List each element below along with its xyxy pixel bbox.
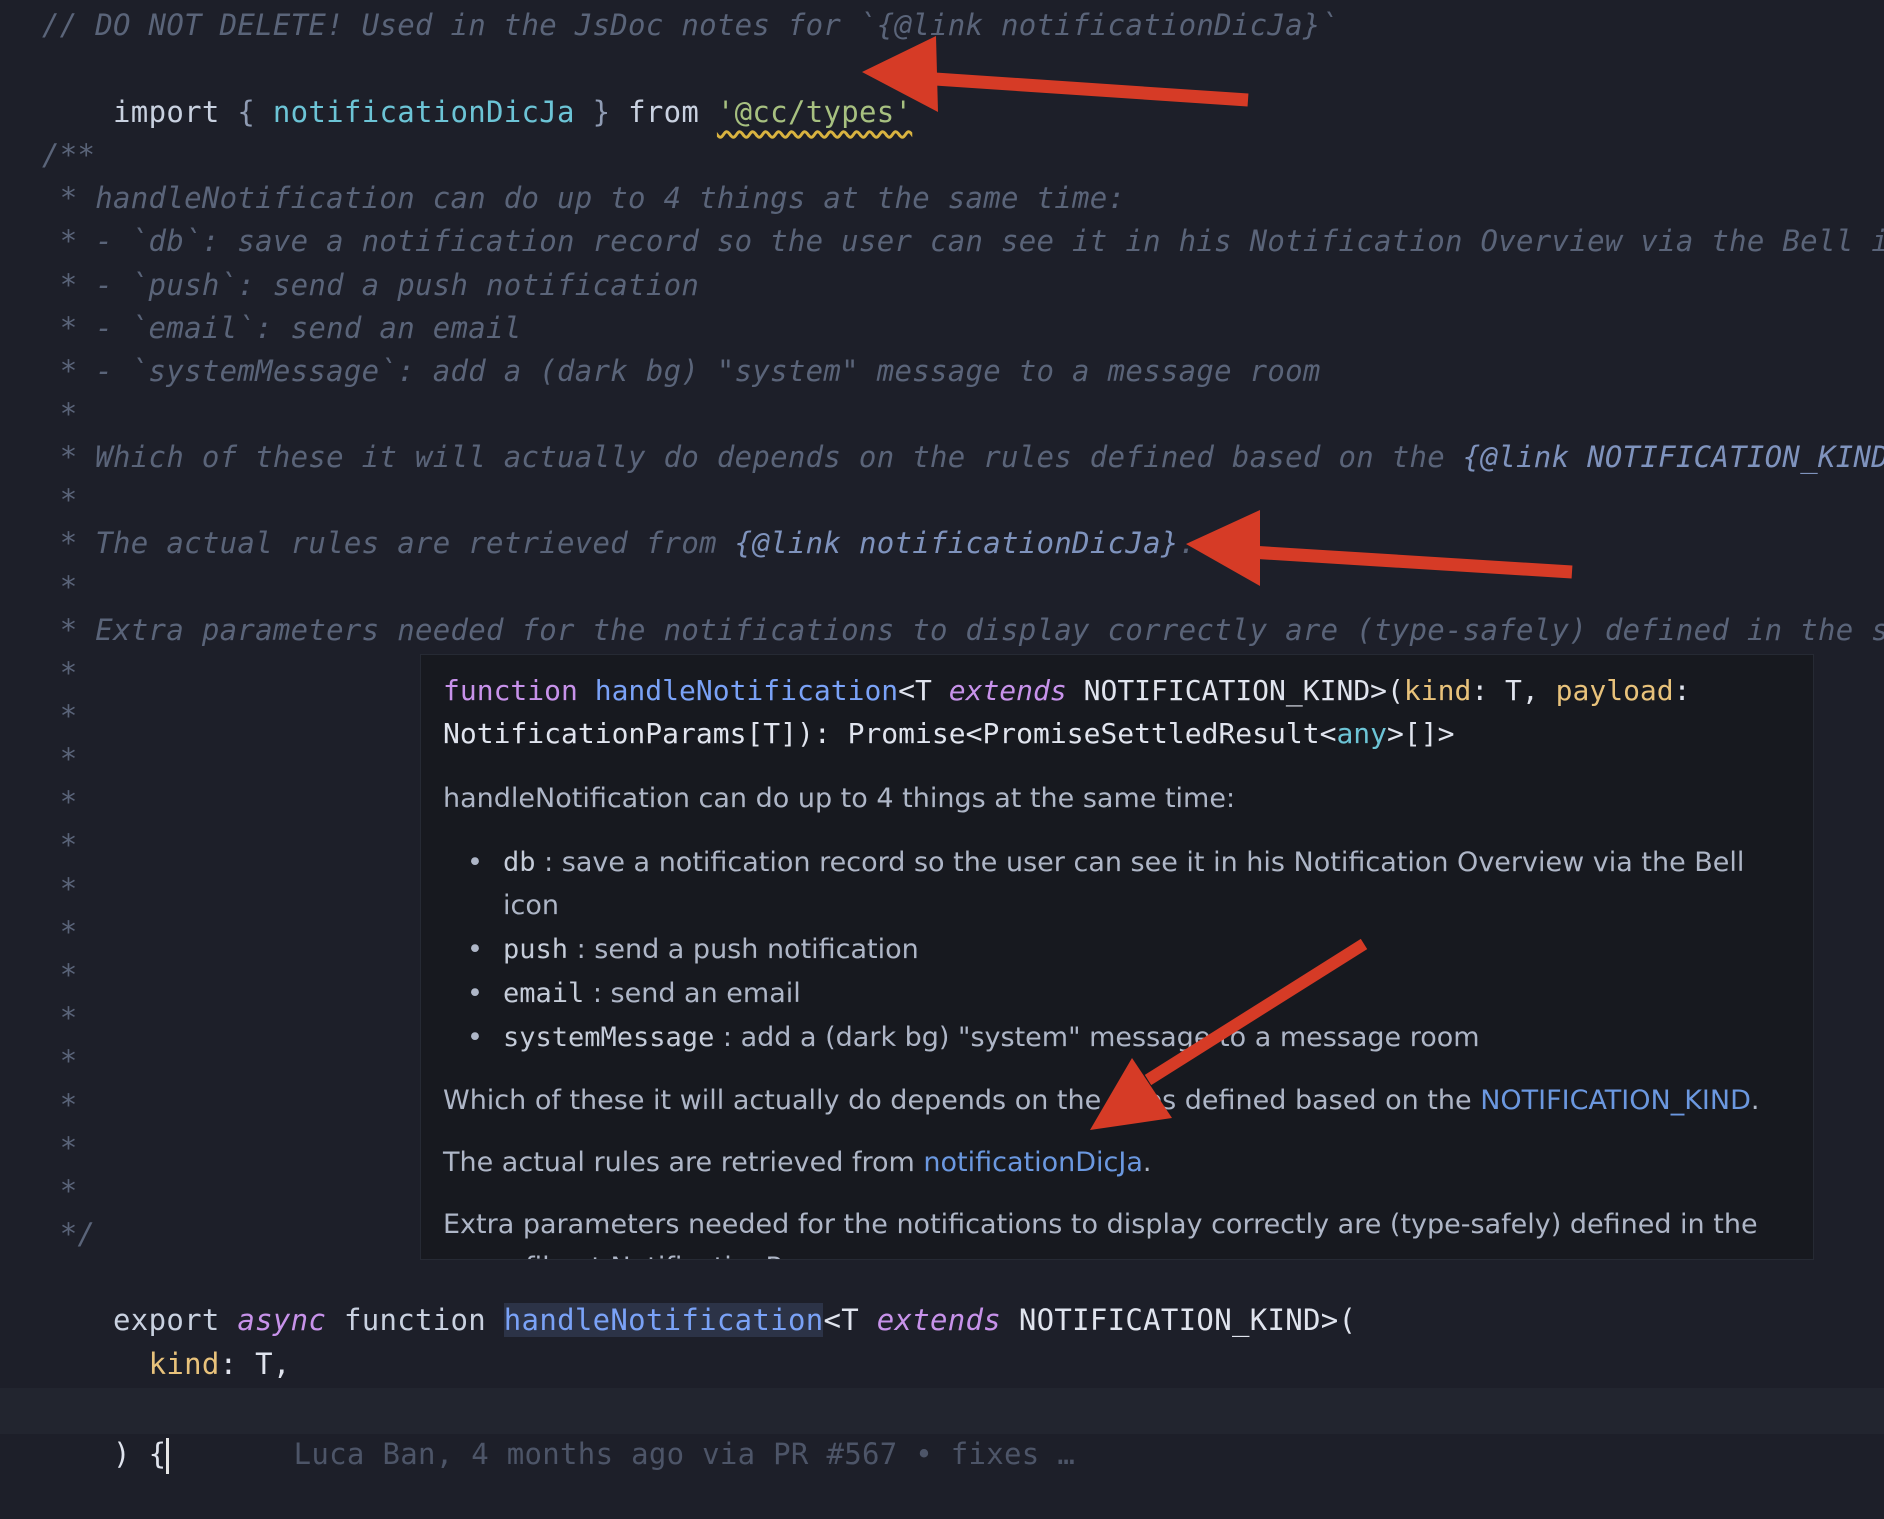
arrow-to-hover-link — [1090, 938, 1368, 1130]
brace-open-body: ) { — [113, 1437, 167, 1471]
code-editor[interactable]: // DO NOT DELETE! Used in the JsDoc note… — [0, 0, 1884, 1474]
git-blame-annotation[interactable]: Luca Ban, 4 months ago via PR #567 • fix… — [294, 1437, 1075, 1471]
arrow-to-import — [862, 36, 1249, 112]
arrow-to-jsdoc-link — [1186, 510, 1573, 586]
annotation-arrows — [862, 36, 1573, 1130]
